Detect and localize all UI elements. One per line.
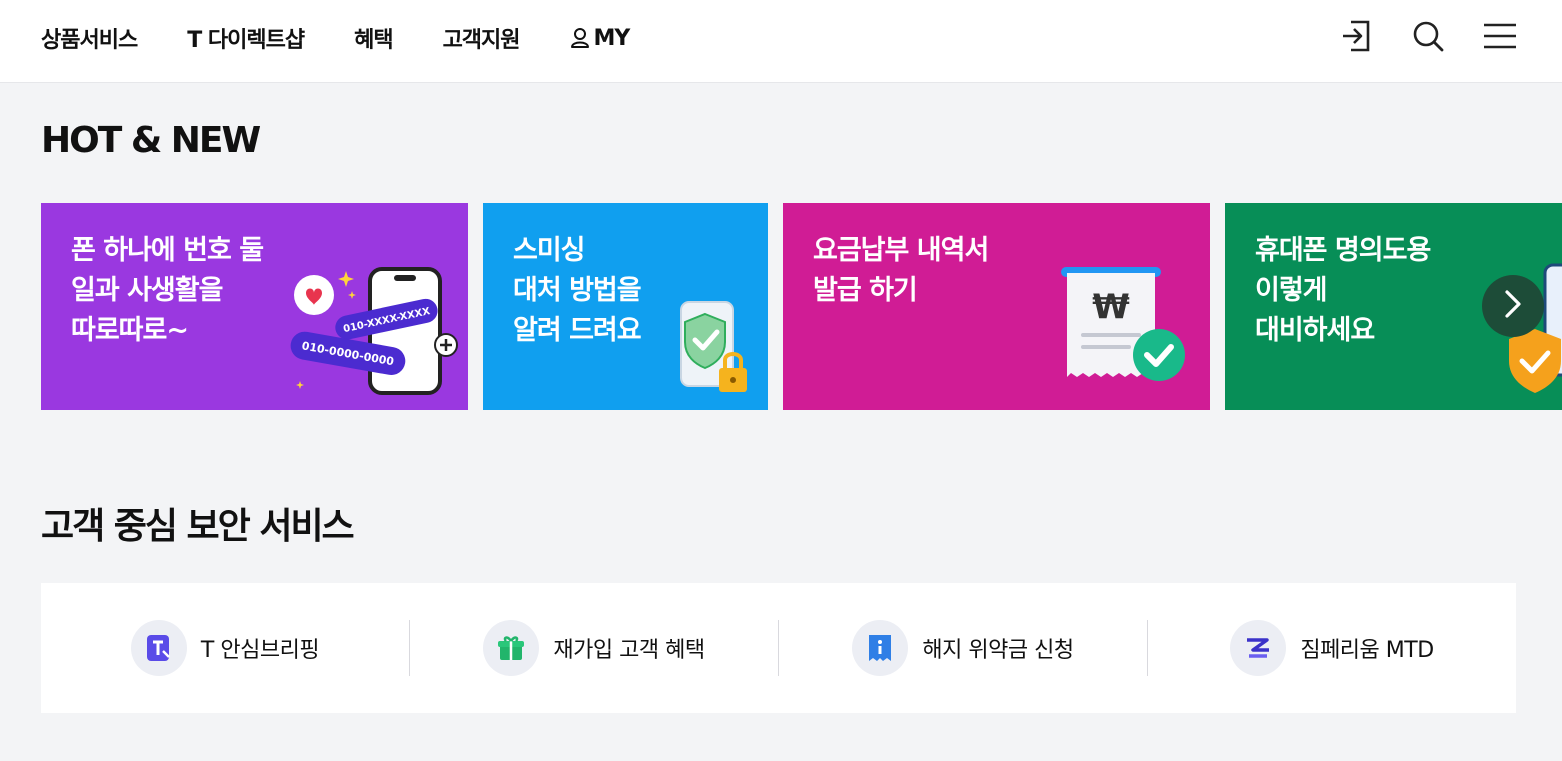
service-t-briefing[interactable]: T 안심브리핑 bbox=[41, 620, 409, 676]
service-rejoin-benefit[interactable]: 재가입 고객 혜택 bbox=[409, 620, 778, 676]
global-header: 상품서비스 T 다이렉트샵 혜택 고객지원 MY bbox=[0, 0, 1562, 83]
nav-support[interactable]: 고객지원 bbox=[443, 22, 521, 54]
menu-icon[interactable] bbox=[1482, 18, 1518, 54]
zimperium-logo-icon bbox=[1230, 620, 1287, 676]
security-services-list: T 안심브리핑 재가입 고객 혜택 해지 위약금 신청 짐페리움 MTD bbox=[41, 583, 1516, 713]
banner-payment-receipt[interactable]: 요금납부 내역서 발급 하기 ₩ bbox=[783, 203, 1210, 410]
banner-text: 스미싱 대처 방법을 알려 드려요 bbox=[513, 235, 642, 346]
banner-text: 요금납부 내역서 발급 하기 bbox=[813, 235, 989, 306]
search-icon[interactable] bbox=[1410, 18, 1446, 54]
service-label: 해지 위약금 신청 bbox=[922, 638, 1074, 663]
user-icon bbox=[570, 27, 590, 49]
banner-text: 휴대폰 명의도용 이렇게 대비하세요 bbox=[1255, 235, 1431, 346]
service-label: 재가입 고객 혜택 bbox=[553, 638, 705, 663]
svg-text:₩: ₩ bbox=[1092, 287, 1130, 327]
service-cancellation-fee[interactable]: 해지 위약금 신청 bbox=[778, 620, 1147, 676]
banner-text: 폰 하나에 번호 둘 일과 사생활을 따로따로~ bbox=[71, 235, 264, 346]
carousel-next-button[interactable] bbox=[1482, 275, 1544, 337]
security-section-title: 고객 중심 보안 서비스 bbox=[41, 506, 355, 547]
receipt-check-illustration: ₩ bbox=[1061, 267, 1185, 381]
banner-smishing[interactable]: 스미싱 대처 방법을 알려 드려요 bbox=[483, 203, 768, 410]
nav-my-label: MY bbox=[593, 25, 631, 51]
nav-my[interactable]: MY bbox=[570, 26, 630, 51]
service-label: 짐페리움 MTD bbox=[1300, 638, 1434, 663]
shield-phone-illustration bbox=[680, 301, 747, 392]
header-utilities bbox=[1302, 18, 1518, 54]
info-receipt-icon bbox=[852, 620, 909, 676]
nav-t-direct-shop[interactable]: T 다이렉트샵 bbox=[187, 22, 305, 54]
t-briefing-icon bbox=[130, 620, 187, 676]
nav-benefits[interactable]: 혜택 bbox=[354, 22, 393, 54]
login-icon[interactable] bbox=[1338, 18, 1374, 54]
gift-icon bbox=[483, 620, 540, 676]
banner-dual-number[interactable]: 폰 하나에 번호 둘 일과 사생활을 따로따로~ 010-XXXX-XXXX 0… bbox=[41, 203, 468, 410]
hot-new-title: HOT & NEW bbox=[41, 120, 261, 161]
service-label: T 안심브리핑 bbox=[200, 638, 320, 663]
nav-products[interactable]: 상품서비스 bbox=[41, 22, 138, 54]
main-nav: 상품서비스 T 다이렉트샵 혜택 고객지원 MY bbox=[41, 0, 679, 76]
dual-number-phone-illustration: 010-XXXX-XXXX 010-0000-0000 bbox=[290, 267, 458, 395]
chevron-right-icon bbox=[1502, 289, 1524, 323]
service-zimperium-mtd[interactable]: 짐페리움 MTD bbox=[1147, 620, 1516, 676]
